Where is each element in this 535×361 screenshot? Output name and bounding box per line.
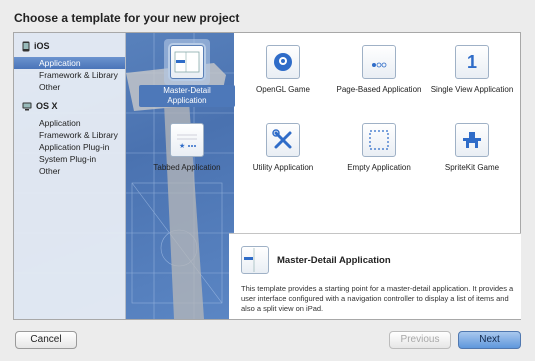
template-label: Page-Based Application bbox=[336, 85, 422, 94]
previous-button[interactable]: Previous bbox=[389, 331, 451, 349]
empty-icon bbox=[362, 123, 396, 157]
template-grid: Master-Detail Application OpenGL Game Pa… bbox=[126, 33, 520, 233]
mac-icon bbox=[22, 102, 32, 110]
cancel-button[interactable]: Cancel bbox=[15, 331, 77, 349]
template-opengl-game[interactable]: OpenGL Game bbox=[235, 45, 331, 95]
sidebar-section-label: OS X bbox=[36, 101, 58, 111]
sidebar-item-osx-other[interactable]: Other bbox=[14, 165, 125, 177]
template-label: Single View Application bbox=[430, 85, 514, 94]
template-label: SpriteKit Game bbox=[444, 163, 500, 172]
opengl-icon bbox=[266, 45, 300, 79]
sidebar-item-osx-application[interactable]: Application bbox=[14, 117, 125, 129]
tabbed-icon: ★ bbox=[170, 123, 204, 157]
page-based-icon bbox=[362, 45, 396, 79]
template-label: Master-Detail Application bbox=[139, 85, 235, 107]
sidebar-section-label: iOS bbox=[34, 41, 50, 51]
template-label: Empty Application bbox=[347, 163, 411, 172]
single-view-glyph: 1 bbox=[466, 52, 477, 72]
svg-text:★: ★ bbox=[179, 142, 185, 150]
template-empty[interactable]: Empty Application bbox=[331, 123, 427, 173]
master-detail-icon bbox=[241, 246, 269, 274]
utility-icon bbox=[266, 123, 300, 157]
sidebar-section-osx: OS X bbox=[22, 99, 58, 113]
next-button[interactable]: Next bbox=[458, 331, 521, 349]
template-tabbed[interactable]: ★ Tabbed Application bbox=[139, 123, 235, 173]
single-view-icon: 1 bbox=[455, 45, 489, 79]
master-detail-icon bbox=[170, 45, 204, 79]
template-chooser-panel: iOS Application Framework & Library Othe… bbox=[13, 32, 521, 320]
sidebar-item-osx-system-plugin[interactable]: System Plug-in bbox=[14, 153, 125, 165]
detail-title: Master-Detail Application bbox=[277, 255, 391, 266]
template-spritekit[interactable]: SpriteKit Game bbox=[424, 123, 520, 173]
sidebar-item-ios-application[interactable]: Application bbox=[14, 57, 125, 69]
template-label: Utility Application bbox=[252, 163, 314, 172]
detail-description: This template provides a starting point … bbox=[241, 284, 514, 313]
sidebar-item-osx-application-plugin[interactable]: Application Plug-in bbox=[14, 141, 125, 153]
sidebar-section-ios: iOS bbox=[22, 39, 50, 53]
template-category-sidebar: iOS Application Framework & Library Othe… bbox=[14, 33, 126, 319]
template-page-based[interactable]: Page-Based Application bbox=[331, 45, 427, 95]
sidebar-item-osx-framework-library[interactable]: Framework & Library bbox=[14, 129, 125, 141]
template-detail-panel: Master-Detail Application This template … bbox=[229, 233, 521, 319]
template-single-view[interactable]: 1 Single View Application bbox=[424, 45, 520, 95]
spritekit-icon bbox=[455, 123, 489, 157]
template-master-detail[interactable]: Master-Detail Application bbox=[139, 45, 235, 107]
dialog-title: Choose a template for your new project bbox=[14, 11, 240, 25]
template-label: OpenGL Game bbox=[256, 85, 310, 94]
sidebar-item-ios-other[interactable]: Other bbox=[14, 81, 125, 93]
sidebar-item-ios-framework-library[interactable]: Framework & Library bbox=[14, 69, 125, 81]
iphone-icon bbox=[22, 41, 30, 51]
template-label: Tabbed Application bbox=[153, 163, 221, 172]
template-utility[interactable]: Utility Application bbox=[235, 123, 331, 173]
